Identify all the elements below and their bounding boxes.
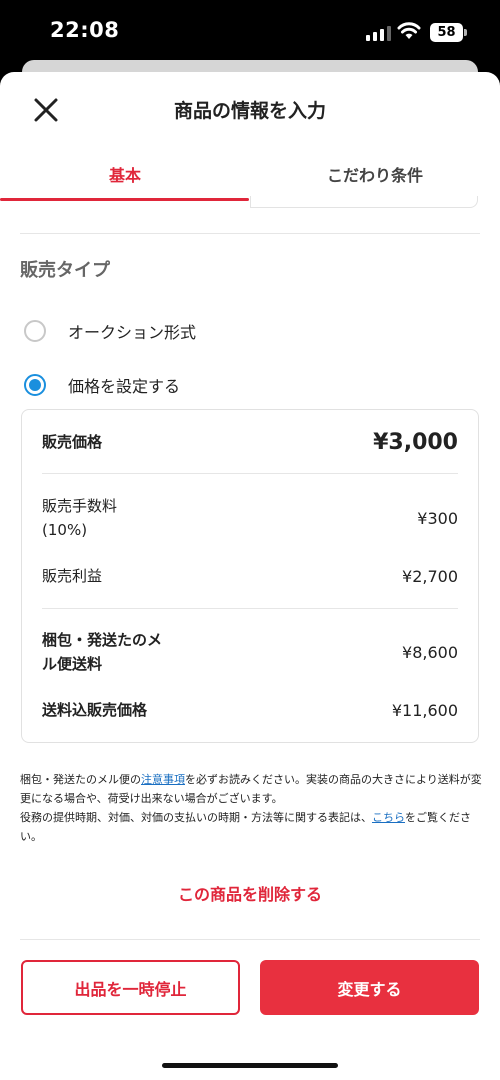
edit-sheet: 商品の情報を入力 基本 こだわり条件 販売タイプ オークション形式 価格を設定す…	[0, 72, 500, 1080]
radio-fixed-price[interactable]	[24, 374, 46, 396]
sheet-header: 商品の情報を入力	[0, 72, 500, 148]
fee-label-line1: 販売手数料	[42, 497, 118, 515]
status-time: 22:08	[50, 18, 120, 42]
option-auction[interactable]: オークション形式	[24, 319, 196, 343]
update-button[interactable]: 変更する	[260, 960, 479, 1015]
page-title: 商品の情報を入力	[173, 100, 326, 122]
sale-price-row[interactable]: 販売価格 ¥3,000	[42, 424, 458, 460]
card-divider	[42, 473, 458, 474]
sale-price-value: ¥3,000	[373, 429, 458, 455]
shipping-label: 梱包・発送たのメ ル便送料	[42, 628, 162, 676]
previous-card-edge	[250, 196, 478, 208]
sale-type-heading: 販売タイプ	[20, 260, 110, 281]
shipping-row: 梱包・発送たのメ ル便送料 ¥8,600	[42, 628, 458, 676]
fee-row: 販売手数料 (10%) ¥300	[42, 494, 458, 542]
battery-icon: 58	[430, 23, 463, 42]
profit-row: 販売利益 ¥2,700	[42, 564, 458, 588]
card-divider	[42, 608, 458, 609]
cellular-signal-icon	[366, 25, 391, 41]
legal-notation-link[interactable]: こちら	[372, 811, 405, 824]
wifi-icon	[397, 22, 421, 39]
section-divider	[20, 233, 480, 234]
profit-label: 販売利益	[42, 567, 103, 585]
precautions-link[interactable]: 注意事項	[141, 773, 185, 786]
sale-price-label: 販売価格	[42, 433, 103, 451]
option-fixed-price[interactable]: 価格を設定する	[24, 373, 180, 397]
shipping-label-line1: 梱包・発送たのメ	[42, 631, 163, 649]
status-bar: 22:08 58	[0, 0, 500, 62]
notice-text: 役務の提供時期、対価、対価の支払いの時期・方法等に関する表記は、	[20, 811, 372, 824]
fee-label: 販売手数料 (10%)	[42, 494, 117, 542]
radio-auction[interactable]	[24, 320, 46, 342]
total-row: 送料込販売価格 ¥11,600	[42, 698, 458, 722]
pause-listing-button[interactable]: 出品を一時停止	[21, 960, 240, 1015]
footer-divider	[20, 939, 480, 940]
notice-text: 梱包・発送たのメル便の	[20, 773, 141, 786]
shipping-notice: 梱包・発送たのメル便の注意事項を必ずお読みください。実装の商品の大きさにより送料…	[20, 770, 482, 846]
tab-basic[interactable]: 基本	[0, 148, 250, 204]
total-label: 送料込販売価格	[42, 701, 148, 719]
shipping-value: ¥8,600	[402, 642, 458, 662]
delete-item-button[interactable]: この商品を削除する	[0, 881, 500, 905]
price-breakdown-card: 販売価格 ¥3,000 販売手数料 (10%) ¥300 販売利益 ¥2,700 …	[21, 409, 479, 743]
home-indicator[interactable]	[162, 1063, 338, 1068]
fee-value: ¥300	[417, 508, 458, 528]
fee-label-line2: (10%)	[42, 521, 88, 539]
battery-tip	[464, 29, 467, 36]
profit-value: ¥2,700	[402, 566, 458, 586]
shipping-label-line2: ル便送料	[42, 655, 103, 673]
option-auction-label: オークション形式	[68, 323, 197, 342]
active-tab-indicator	[0, 198, 249, 201]
total-value: ¥11,600	[391, 700, 458, 720]
option-fixed-price-label: 価格を設定する	[68, 377, 181, 396]
